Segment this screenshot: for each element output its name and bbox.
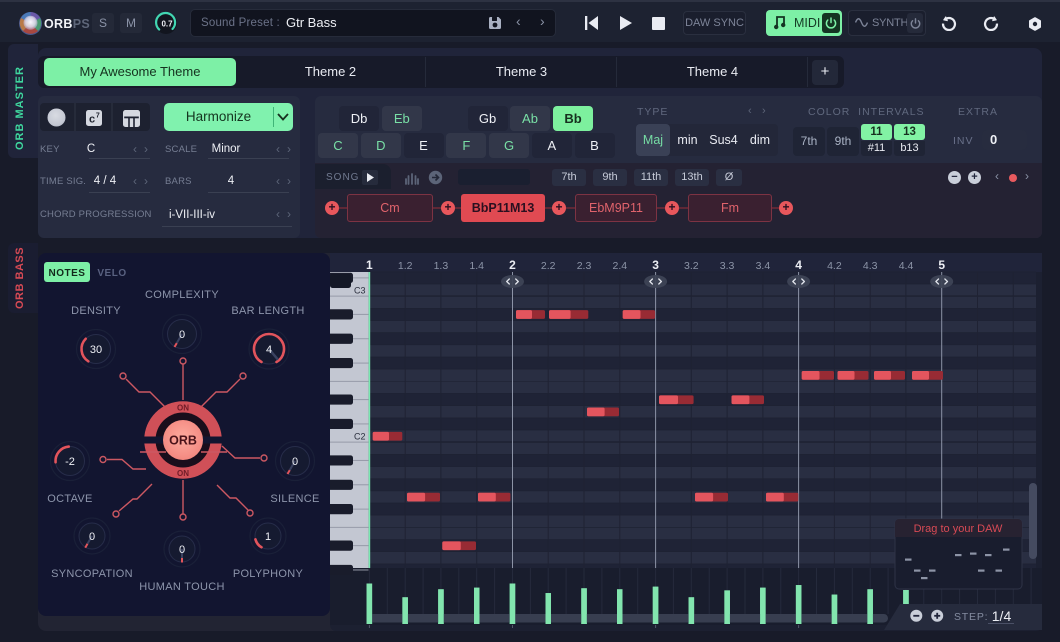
svg-text:1.4: 1.4: [469, 260, 484, 272]
svg-text:ON: ON: [177, 469, 189, 478]
svg-text:2.2: 2.2: [541, 260, 556, 272]
svg-text:BAR LENGTH: BAR LENGTH: [231, 305, 304, 317]
svg-text:2: 2: [509, 258, 516, 272]
svg-text:30: 30: [90, 344, 102, 356]
svg-text:Drag to your DAW: Drag to your DAW: [914, 523, 1003, 535]
svg-text:VELO: VELO: [97, 268, 126, 279]
svg-text:OCTAVE: OCTAVE: [47, 493, 92, 505]
svg-text:5: 5: [938, 258, 945, 272]
svg-text:ON: ON: [177, 404, 189, 413]
svg-text:ORB: ORB: [169, 434, 197, 448]
svg-text:1/4: 1/4: [992, 608, 1012, 624]
svg-text:NOTES: NOTES: [49, 268, 86, 279]
svg-text:1: 1: [366, 258, 373, 272]
svg-text:1: 1: [265, 531, 271, 543]
svg-text:2.3: 2.3: [577, 260, 592, 272]
svg-text:0: 0: [179, 544, 185, 556]
svg-text:-2: -2: [65, 456, 75, 468]
svg-text:DENSITY: DENSITY: [71, 305, 121, 317]
svg-text:7: 7: [96, 113, 100, 120]
svg-text:C3: C3: [354, 286, 366, 296]
svg-text:0.7: 0.7: [161, 20, 173, 29]
svg-text:3.3: 3.3: [720, 260, 735, 272]
svg-text:COMPLEXITY: COMPLEXITY: [145, 289, 219, 301]
svg-text:4: 4: [266, 344, 272, 356]
svg-text:SILENCE: SILENCE: [270, 493, 319, 505]
svg-text:POLYPHONY: POLYPHONY: [233, 568, 304, 580]
svg-text:4.2: 4.2: [827, 260, 842, 272]
svg-text:0: 0: [89, 531, 95, 543]
svg-text:4.4: 4.4: [899, 260, 914, 272]
svg-text:1.3: 1.3: [434, 260, 449, 272]
svg-text:2.4: 2.4: [612, 260, 627, 272]
svg-text:0: 0: [179, 329, 185, 341]
svg-text:3.4: 3.4: [756, 260, 771, 272]
svg-text:HUMAN TOUCH: HUMAN TOUCH: [139, 581, 224, 593]
svg-text:c: c: [89, 114, 95, 126]
svg-text:0: 0: [292, 456, 298, 468]
svg-text:3.2: 3.2: [684, 260, 699, 272]
svg-text:4: 4: [795, 258, 802, 272]
svg-text:STEP:: STEP:: [954, 611, 988, 623]
svg-text:1.2: 1.2: [398, 260, 413, 272]
svg-text:C2: C2: [354, 432, 366, 442]
svg-text:4.3: 4.3: [863, 260, 878, 272]
svg-text:3: 3: [652, 258, 659, 272]
svg-text:SYNCOPATION: SYNCOPATION: [51, 568, 133, 580]
